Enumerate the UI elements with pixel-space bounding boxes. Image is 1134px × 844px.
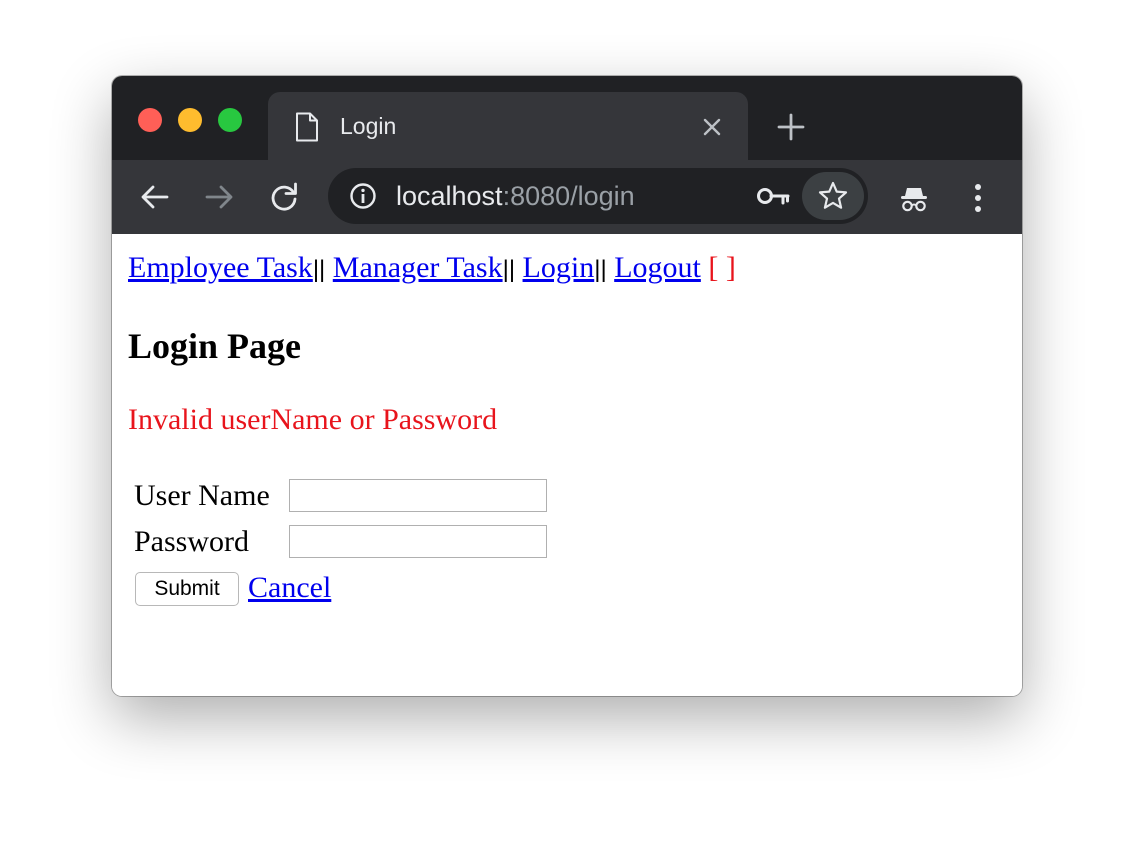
incognito-icon[interactable]: [898, 182, 930, 214]
nav-separator: ||: [594, 256, 607, 283]
username-label: User Name: [134, 479, 270, 512]
submit-button[interactable]: Submit: [135, 572, 239, 606]
reload-icon[interactable]: [267, 180, 301, 214]
error-message: Invalid userName or Password: [128, 403, 498, 436]
document-icon: [296, 112, 318, 142]
nav-link-employee-task[interactable]: Employee Task: [128, 251, 313, 284]
minimize-window-button[interactable]: [178, 108, 202, 132]
nav-separator: ||: [312, 256, 326, 283]
page-title: Login Page: [128, 326, 302, 366]
arrow-right-icon[interactable]: [202, 180, 236, 214]
plus-icon[interactable]: [776, 112, 806, 142]
nav-link-logout[interactable]: Logout: [614, 251, 701, 284]
url-host: localhost: [396, 181, 503, 211]
password-label: Password: [134, 525, 250, 558]
nav-separator: ||: [502, 256, 516, 283]
close-icon[interactable]: [700, 115, 724, 139]
top-nav: Employee Task|| Manager Task|| Login|| L…: [128, 250, 736, 288]
tab-title: Login: [340, 113, 397, 139]
cancel-link[interactable]: Cancel: [248, 570, 331, 606]
username-input[interactable]: [289, 479, 547, 512]
page-content: Employee Task|| Manager Task|| Login|| L…: [112, 234, 1022, 696]
star-icon: [818, 181, 848, 209]
info-icon[interactable]: [348, 181, 378, 211]
address-bar[interactable]: localhost:8080/login: [328, 168, 868, 224]
browser-window: Login localhost:8080/login Employee Task…: [112, 76, 1022, 696]
arrow-left-icon[interactable]: [138, 180, 172, 214]
key-icon[interactable]: [756, 182, 790, 210]
url-path: :8080/login: [502, 181, 635, 211]
tab-strip: Login: [112, 76, 1022, 160]
close-window-button[interactable]: [138, 108, 162, 132]
zoom-window-button[interactable]: [218, 108, 242, 132]
url-text[interactable]: localhost:8080/login: [396, 180, 635, 212]
tab-login[interactable]: Login: [268, 92, 748, 160]
bookmark-button[interactable]: [802, 172, 864, 220]
kebab-menu-icon[interactable]: [964, 182, 992, 214]
current-user-display: [ ]: [708, 251, 736, 284]
browser-toolbar: localhost:8080/login: [112, 160, 1022, 234]
nav-link-login[interactable]: Login: [523, 251, 595, 284]
password-input[interactable]: [289, 525, 547, 558]
nav-link-manager-task[interactable]: Manager Task: [333, 251, 503, 284]
